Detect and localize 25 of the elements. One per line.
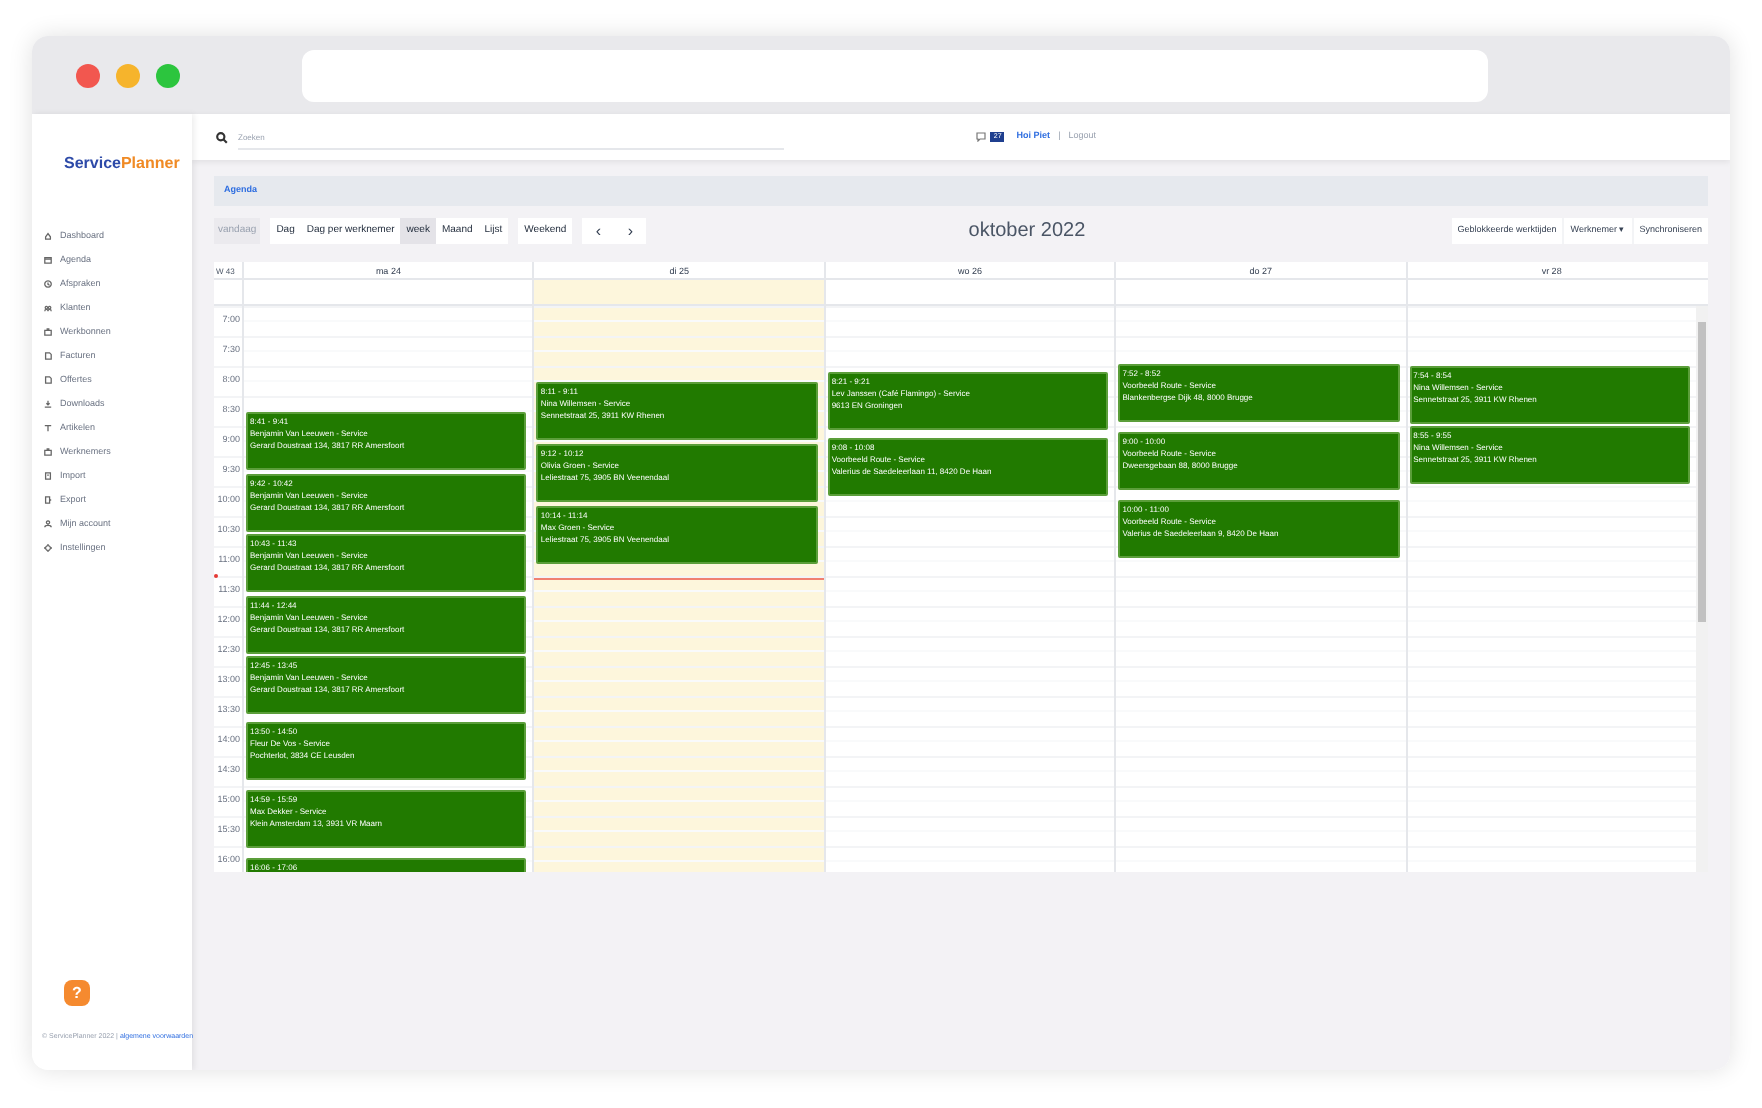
menu-item-icon [44, 328, 52, 336]
menu-item-icon [44, 352, 52, 360]
scrollbar[interactable] [1696, 306, 1708, 872]
calendar-title: oktober 2022 [968, 218, 1086, 246]
menu-item-icon [44, 280, 52, 288]
menu-item-icon [44, 256, 52, 264]
logo[interactable]: ServicePlanner [64, 154, 192, 172]
menu-item-icon [44, 424, 52, 432]
close-window-button[interactable] [76, 63, 100, 87]
menu-item-icon [44, 472, 52, 480]
menu-item-icon [44, 400, 52, 408]
next-button[interactable]: › [614, 218, 647, 244]
menu-item-icon [44, 448, 52, 456]
menu-item-icon [44, 232, 52, 240]
search-icon [216, 131, 228, 143]
menu-item-icon [44, 304, 52, 312]
chat-icon[interactable] [976, 132, 987, 142]
maximize-window-button[interactable] [156, 63, 180, 87]
menu-item-icon [44, 376, 52, 384]
current-time-marker-icon [214, 574, 218, 578]
previous-button[interactable]: ‹ [582, 218, 615, 244]
menu-item-icon [44, 520, 52, 528]
menu-item-icon [44, 544, 52, 552]
minimize-window-button[interactable] [116, 63, 140, 87]
menu-item-icon [44, 496, 52, 504]
